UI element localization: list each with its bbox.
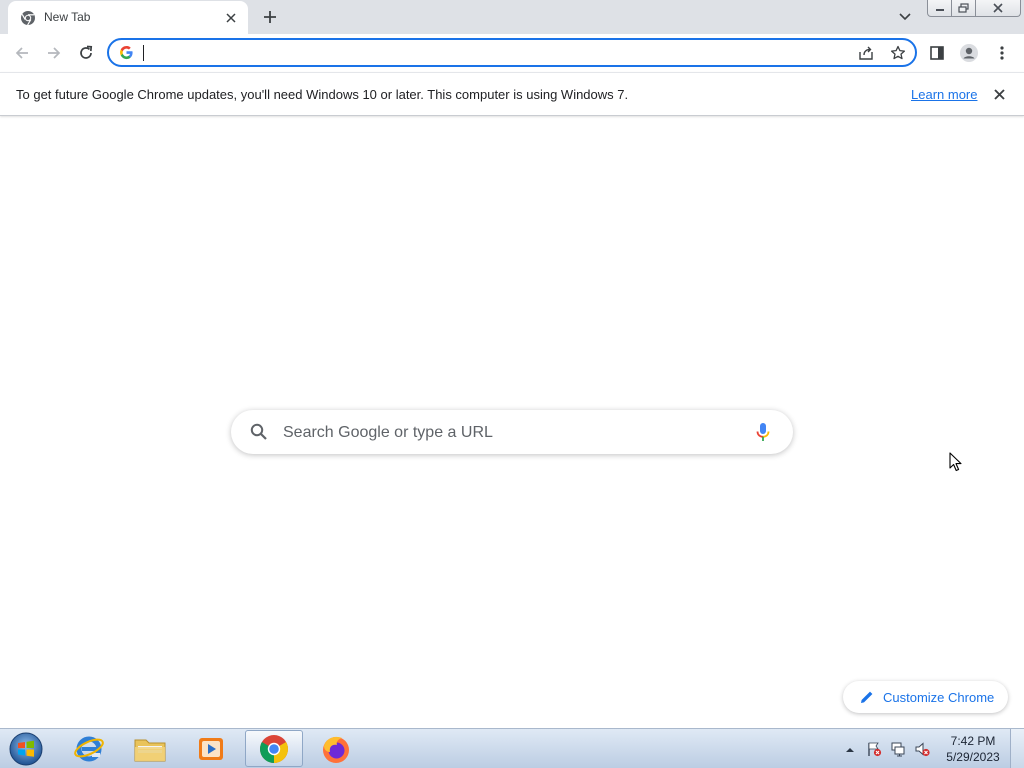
folder-icon (134, 739, 166, 761)
menu-kebab-icon[interactable] (988, 39, 1016, 67)
tab-title: New Tab (44, 10, 91, 24)
taskbar-google-chrome[interactable] (245, 730, 303, 767)
close-window-button[interactable] (976, 0, 1021, 17)
text-caret (143, 45, 144, 61)
google-g-icon (120, 46, 133, 60)
tab-new-tab[interactable]: New Tab (8, 1, 248, 34)
clock-time: 7:42 PM (950, 734, 996, 748)
voice-search-mic-icon[interactable] (753, 421, 773, 443)
address-bar[interactable] (107, 38, 917, 67)
show-desktop-button[interactable] (1010, 729, 1024, 768)
taskbar-firefox[interactable] (307, 730, 365, 767)
restore-button[interactable] (952, 0, 976, 17)
volume-muted-icon[interactable] (914, 741, 930, 757)
infobar-message: To get future Google Chrome updates, you… (16, 87, 629, 102)
browser-toolbar (0, 34, 1024, 72)
window-controls (927, 0, 1021, 18)
customize-chrome-button[interactable]: Customize Chrome (843, 681, 1008, 713)
taskbar-windows-explorer[interactable] (121, 730, 179, 767)
network-icon[interactable] (890, 741, 906, 757)
new-tab-plus-icon[interactable] (258, 5, 282, 29)
minimize-button[interactable] (927, 0, 952, 17)
media-player-icon (199, 737, 223, 760)
pencil-icon (861, 691, 873, 703)
reload-icon[interactable] (72, 39, 100, 67)
clock-date: 5/29/2023 (946, 750, 1000, 764)
search-icon (250, 423, 267, 440)
forward-icon[interactable] (40, 39, 68, 67)
internet-explorer-icon (74, 736, 104, 761)
infobar-close-icon[interactable] (990, 85, 1008, 103)
tab-close-icon[interactable] (222, 9, 240, 27)
chrome-icon (260, 734, 288, 763)
profile-avatar-icon[interactable] (955, 39, 983, 67)
customize-chrome-label: Customize Chrome (883, 690, 995, 705)
back-icon[interactable] (8, 39, 36, 67)
learn-more-link[interactable]: Learn more (911, 87, 977, 102)
taskbar-clock[interactable]: 7:42 PM 5/29/2023 (940, 733, 1006, 765)
side-panel-icon[interactable] (923, 39, 951, 67)
chrome-favicon-icon (21, 11, 35, 26)
windows-start-icon[interactable] (6, 731, 46, 767)
action-center-flag-icon[interactable] (866, 741, 882, 757)
bookmark-star-icon[interactable] (887, 43, 909, 63)
address-input[interactable] (141, 43, 841, 62)
ntp-search-box[interactable]: Search Google or type a URL (231, 410, 793, 454)
show-hidden-icons-arrow-icon[interactable] (842, 741, 858, 757)
taskbar-internet-explorer[interactable] (60, 730, 118, 767)
windows-taskbar: 7:42 PM 5/29/2023 (0, 728, 1024, 768)
firefox-icon (323, 736, 349, 763)
share-icon[interactable] (855, 43, 877, 63)
ntp-search-placeholder: Search Google or type a URL (283, 424, 493, 441)
mouse-cursor-icon (949, 452, 962, 472)
update-infobar: To get future Google Chrome updates, you… (0, 72, 1024, 116)
tab-strip: New Tab (0, 0, 1024, 34)
taskbar-media-player[interactable] (182, 730, 240, 767)
tab-search-chevron-icon[interactable] (893, 6, 917, 28)
